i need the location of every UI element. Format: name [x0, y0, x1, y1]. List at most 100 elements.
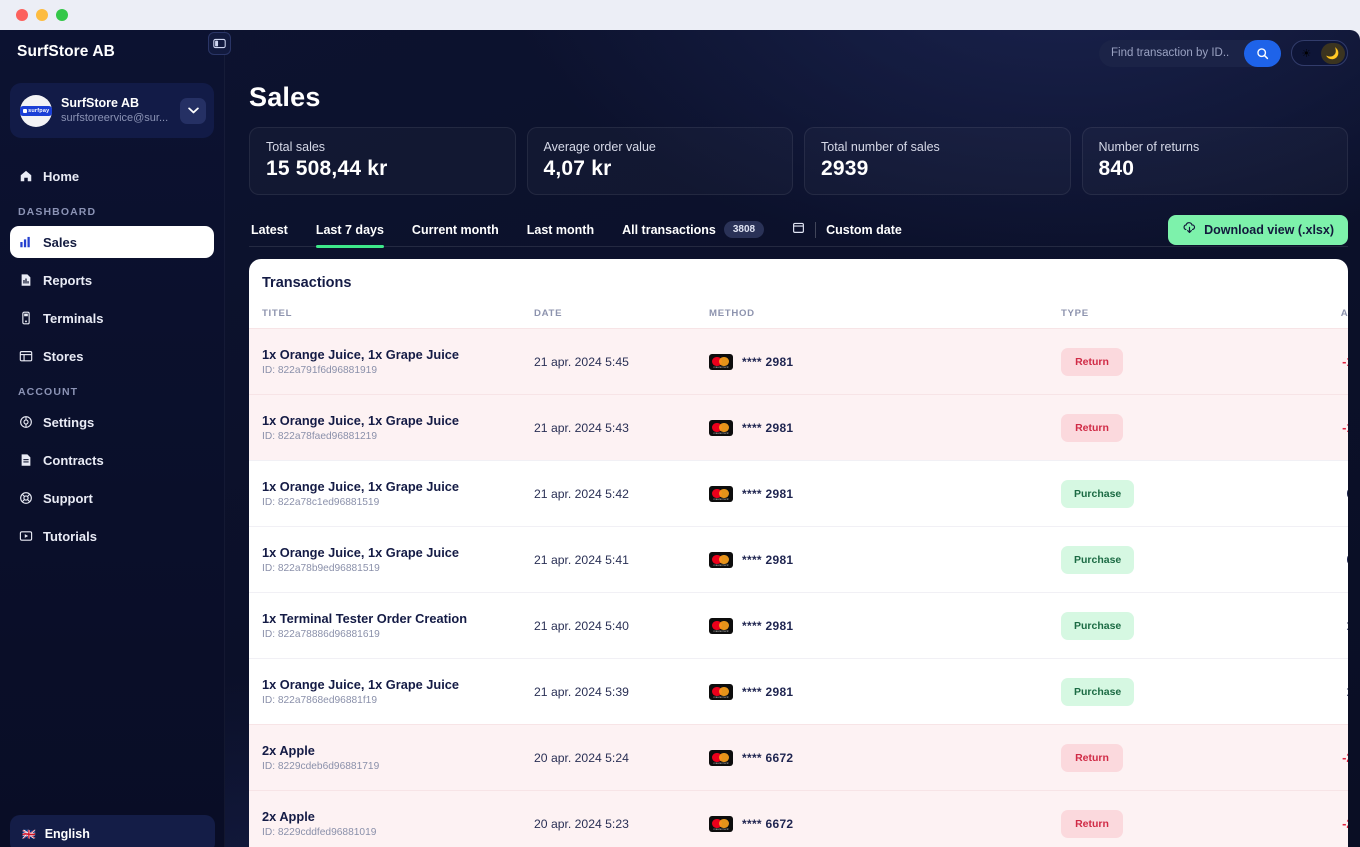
transaction-id: ID: 822a7868ed96881f19	[249, 693, 534, 708]
sidebar-item-terminals[interactable]: Terminals	[10, 302, 214, 334]
table-row[interactable]: 1x Orange Juice, 1x Grape JuiceID: 822a7…	[249, 395, 1348, 461]
search-button[interactable]	[1244, 40, 1281, 67]
account-card[interactable]: surfpay SurfStore AB surfstoreervice@sur…	[10, 83, 214, 138]
window-close-button[interactable]	[16, 9, 28, 21]
sidebar-section-dashboard: DASHBOARD	[10, 206, 214, 218]
tab-last-month[interactable]: Last month	[513, 213, 608, 247]
sidebar-item-label-support: Support	[43, 491, 93, 506]
transaction-amount: 1,10 kr	[1239, 659, 1348, 725]
search-box[interactable]	[1099, 40, 1281, 67]
stat-label: Total number of sales	[821, 139, 1054, 155]
cell-method: mastercard**** 2981	[709, 527, 1061, 593]
account-dropdown-button[interactable]	[180, 98, 206, 124]
table-row[interactable]: 1x Orange Juice, 1x Grape JuiceID: 822a7…	[249, 329, 1348, 395]
theme-toggle[interactable]: ☀ 🌙	[1291, 40, 1348, 66]
tab-last-7-days[interactable]: Last 7 days	[302, 213, 398, 247]
sidebar-item-settings[interactable]: Settings	[10, 406, 214, 438]
table-row[interactable]: 1x Terminal Tester Order CreationID: 822…	[249, 593, 1348, 659]
transaction-date: 20 apr. 2024 5:24	[534, 725, 709, 791]
cell-method: mastercard**** 2981	[709, 659, 1061, 725]
sidebar-item-support[interactable]: Support	[10, 482, 214, 514]
stat-value: 15 508,44 kr	[266, 155, 499, 183]
panel-toggle-icon	[213, 37, 226, 50]
search-input[interactable]	[1111, 47, 1229, 59]
theme-dark-option[interactable]: 🌙	[1321, 43, 1346, 64]
tab-all-transactions[interactable]: All transactions 3808	[608, 213, 778, 247]
tab-label: Current month	[412, 223, 499, 237]
table-row[interactable]: 1x Orange Juice, 1x Grape JuiceID: 822a7…	[249, 527, 1348, 593]
transaction-title: 2x Apple	[249, 742, 534, 759]
cell-title: 1x Orange Juice, 1x Grape JuiceID: 822a7…	[249, 527, 534, 593]
cell-title: 1x Orange Juice, 1x Grape JuiceID: 822a7…	[249, 329, 534, 395]
sidebar-item-contracts[interactable]: Contracts	[10, 444, 214, 476]
sun-icon: ☀	[1301, 47, 1311, 60]
cell-method: mastercard**** 2981	[709, 329, 1061, 395]
avatar: surfpay	[20, 95, 52, 127]
cell-title: 1x Orange Juice, 1x Grape JuiceID: 822a7…	[249, 461, 534, 527]
cell-type: Return	[1061, 725, 1239, 791]
column-header-amount: AMOUNT	[1239, 291, 1348, 329]
transaction-date: 21 apr. 2024 5:39	[534, 659, 709, 725]
mastercard-icon: mastercard	[709, 684, 733, 700]
sidebar-item-tutorials[interactable]: Tutorials	[10, 520, 214, 552]
table-row[interactable]: 2x AppleID: 8229cddfed9688101920 apr. 20…	[249, 791, 1348, 847]
custom-date-group[interactable]: Custom date	[778, 213, 902, 247]
moon-icon: 🌙	[1326, 47, 1340, 60]
sidebar-item-sales[interactable]: Sales	[10, 226, 214, 258]
transactions-table: TITEL DATE METHOD TYPE AMOUNT 1x Orange …	[249, 291, 1348, 847]
tab-current-month[interactable]: Current month	[398, 213, 513, 247]
tab-label: Last month	[527, 223, 594, 237]
avatar-logo-text: surfpay	[28, 108, 49, 114]
main-content: ☀ 🌙 Sales Total sales 15 508,44 kr Avera…	[225, 30, 1360, 847]
sidebar-collapse-toggle[interactable]	[208, 32, 231, 55]
topbar: ☀ 🌙	[236, 30, 1348, 76]
sidebar-item-home[interactable]: Home	[10, 160, 214, 192]
transaction-title: 1x Orange Juice, 1x Grape Juice	[249, 676, 534, 693]
transaction-id: ID: 822a78c1ed96881519	[249, 495, 534, 510]
stat-card-total-sales: Total sales 15 508,44 kr	[249, 127, 516, 195]
sidebar-item-label-reports: Reports	[43, 273, 92, 288]
sidebar-item-stores[interactable]: Stores	[10, 340, 214, 372]
status-badge: Purchase	[1061, 480, 1134, 508]
cell-method: mastercard**** 2981	[709, 593, 1061, 659]
table-row[interactable]: 2x AppleID: 8229cdeb6d9688171920 apr. 20…	[249, 725, 1348, 791]
account-text: SurfStore AB surfstoreervice@sur...	[61, 96, 171, 126]
tab-label: All transactions	[622, 223, 716, 237]
flag-icon: 🇬🇧	[22, 828, 36, 841]
cell-type: Purchase	[1061, 593, 1239, 659]
sidebar-item-label-sales: Sales	[43, 235, 77, 250]
cell-method: mastercard**** 2981	[709, 395, 1061, 461]
transactions-title: Transactions	[249, 259, 1348, 291]
mastercard-icon: mastercard	[709, 354, 733, 370]
language-selector[interactable]: 🇬🇧 English	[10, 815, 215, 847]
card-number: **** 2981	[742, 421, 793, 435]
sidebar-item-label-stores: Stores	[43, 349, 83, 364]
calendar-icon[interactable]	[792, 221, 805, 239]
theme-light-option[interactable]: ☀	[1294, 43, 1319, 64]
transaction-id: ID: 822a78faed96881219	[249, 429, 534, 444]
table-row[interactable]: 1x Orange Juice, 1x Grape JuiceID: 822a7…	[249, 659, 1348, 725]
sidebar-item-label-terminals: Terminals	[43, 311, 103, 326]
mastercard-icon: mastercard	[709, 618, 733, 634]
column-header-date: DATE	[534, 291, 709, 329]
cell-type: Return	[1061, 791, 1239, 847]
column-header-method: METHOD	[709, 291, 1061, 329]
tab-row: Latest Last 7 days Current month Last mo…	[249, 213, 1348, 247]
download-view-button[interactable]: Download view (.xlsx)	[1168, 215, 1348, 245]
table-row[interactable]: 1x Orange Juice, 1x Grape JuiceID: 822a7…	[249, 461, 1348, 527]
stat-label: Total sales	[266, 139, 499, 155]
chevron-down-icon	[188, 107, 199, 114]
tab-latest[interactable]: Latest	[249, 213, 302, 247]
report-document-icon	[18, 273, 33, 288]
stat-card-number-of-returns: Number of returns 840	[1082, 127, 1349, 195]
window-zoom-button[interactable]	[56, 9, 68, 21]
lifebuoy-icon	[18, 491, 33, 506]
transaction-title: 2x Apple	[249, 808, 534, 825]
custom-date-label[interactable]: Custom date	[826, 223, 902, 237]
cloud-download-icon	[1182, 221, 1197, 239]
window-minimize-button[interactable]	[36, 9, 48, 21]
cell-title: 1x Orange Juice, 1x Grape JuiceID: 822a7…	[249, 395, 534, 461]
sidebar-item-reports[interactable]: Reports	[10, 264, 214, 296]
status-badge: Purchase	[1061, 546, 1134, 574]
brand-title: SurfStore AB	[10, 30, 214, 74]
